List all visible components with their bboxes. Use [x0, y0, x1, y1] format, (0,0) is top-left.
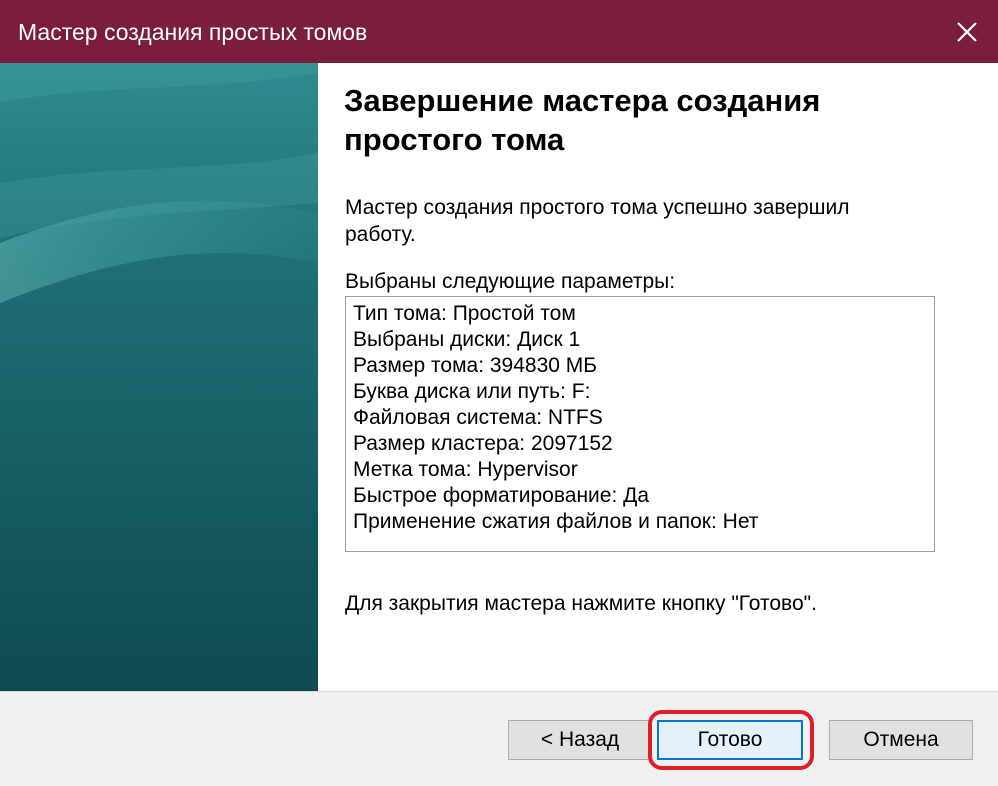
- close-icon: [957, 21, 977, 42]
- wizard-content: Завершение мастера создания простого том…: [0, 63, 998, 691]
- wizard-side-banner: [0, 63, 318, 691]
- window-title: Мастер создания простых томов: [18, 19, 368, 45]
- param-disks: Выбраны диски: Диск 1: [353, 328, 581, 351]
- param-volume-label: Метка тома: Hypervisor: [353, 458, 578, 481]
- param-drive-letter: Буква диска или путь: F:: [353, 380, 591, 403]
- page-title: Завершение мастера создания простого том…: [344, 83, 821, 157]
- params-label: Выбраны следующие параметры:: [345, 270, 676, 293]
- close-instruction: Для закрытия мастера нажмите кнопку "Гот…: [345, 592, 817, 615]
- param-volume-type: Тип тома: Простой том: [353, 302, 576, 325]
- param-volume-size: Размер тома: 394830 МБ: [353, 354, 598, 377]
- param-cluster-size: Размер кластера: 2097152: [353, 432, 613, 455]
- completion-message: Мастер создания простого тома успешно за…: [345, 196, 850, 246]
- title-bar: Мастер создания простых томов: [0, 0, 998, 63]
- button-bar: < Назад Готово Отмена: [0, 691, 998, 786]
- side-banner-graphic: [0, 63, 318, 691]
- cancel-button[interactable]: Отмена: [829, 720, 973, 760]
- wizard-main-panel: Завершение мастера создания простого том…: [318, 63, 998, 691]
- param-compression: Применение сжатия файлов и папок: Нет: [353, 510, 759, 533]
- close-button[interactable]: [936, 0, 998, 63]
- finish-button[interactable]: Готово: [657, 720, 803, 760]
- back-button[interactable]: < Назад: [508, 720, 652, 760]
- param-file-system: Файловая система: NTFS: [353, 406, 603, 429]
- params-summary-box[interactable]: Тип тома: Простой том Выбраны диски: Дис…: [345, 296, 935, 552]
- param-quick-format: Быстрое форматирование: Да: [353, 484, 650, 507]
